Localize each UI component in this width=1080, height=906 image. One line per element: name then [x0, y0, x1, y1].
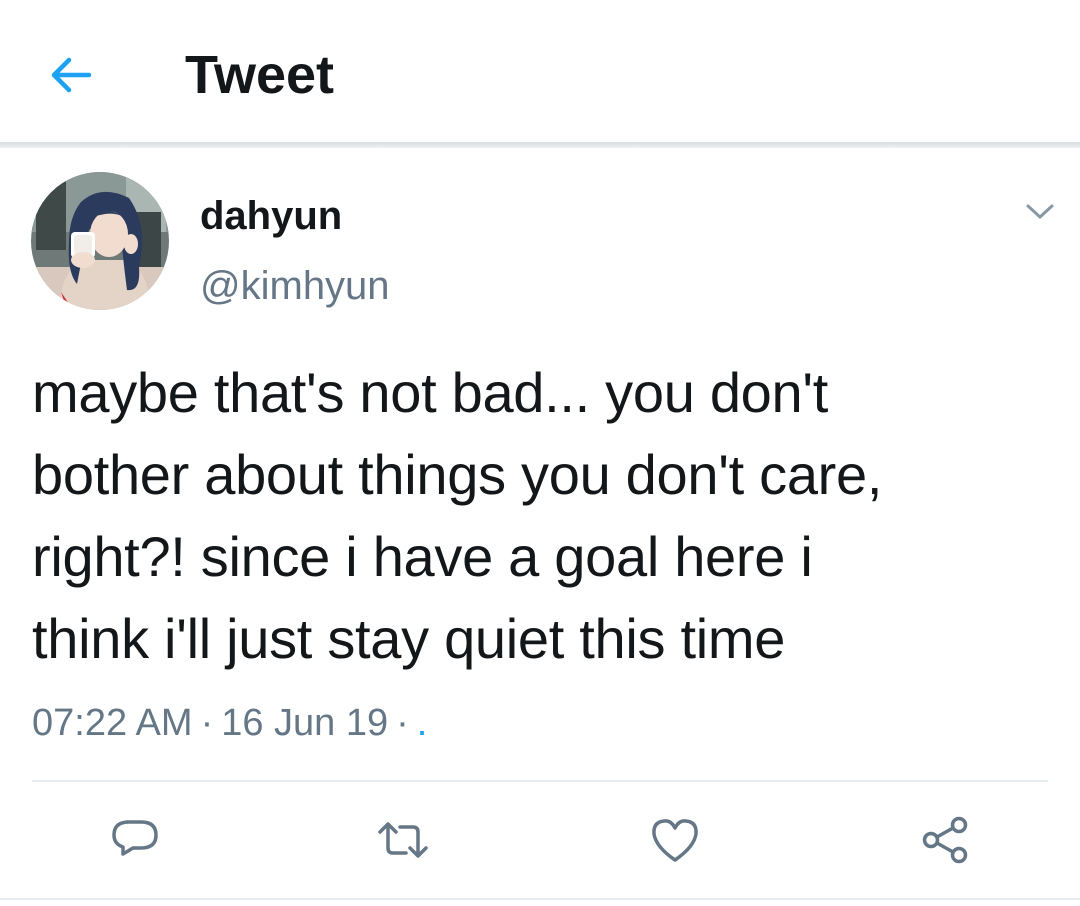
tweet-source-link[interactable]: . — [417, 702, 428, 744]
tweet-text-line: maybe that's not bad... you don't — [32, 361, 829, 424]
retweet-icon — [378, 822, 428, 858]
author-display-name[interactable]: dahyun — [200, 192, 342, 240]
tweet-text-line: right?! since i have a goal here i — [32, 525, 813, 588]
retweet-button[interactable] — [375, 812, 431, 868]
action-bar-divider — [32, 780, 1048, 782]
tweet-time: 07:22 AM — [32, 702, 193, 744]
like-button[interactable] — [647, 812, 703, 868]
reply-button[interactable] — [107, 812, 163, 868]
share-button[interactable] — [917, 812, 973, 868]
tweet-metadata: 07:22 AM · 16 Jun 19 ·. — [32, 700, 427, 746]
tweet-menu-button[interactable] — [1020, 196, 1060, 226]
tweet-text: maybe that's not bad... you don't bother… — [32, 352, 1052, 680]
avatar[interactable] — [31, 172, 169, 310]
tweet-detail-screen: Tweet dahyun @kimhyun maybe that's not b… — [0, 0, 1080, 906]
share-icon — [922, 816, 968, 864]
chevron-down-icon — [1026, 204, 1054, 219]
meta-separator: · — [200, 702, 214, 744]
tweet-text-line: think i'll just stay quiet this time — [32, 607, 786, 670]
reply-icon — [112, 820, 158, 856]
back-button[interactable] — [40, 44, 102, 106]
meta-separator: · — [396, 702, 409, 744]
page-title: Tweet — [185, 45, 335, 105]
tweet-date: 16 Jun 19 — [221, 702, 389, 744]
author-username[interactable]: @kimhyun — [200, 262, 390, 310]
top-app-bar: Tweet — [0, 0, 1080, 148]
arrow-left-icon — [51, 57, 92, 93]
avatar-photo — [31, 172, 169, 310]
header-divider — [0, 142, 1080, 148]
bottom-divider — [0, 898, 1080, 900]
tweet-text-line: bother about things you don't care, — [32, 443, 883, 506]
heart-icon — [652, 819, 698, 862]
